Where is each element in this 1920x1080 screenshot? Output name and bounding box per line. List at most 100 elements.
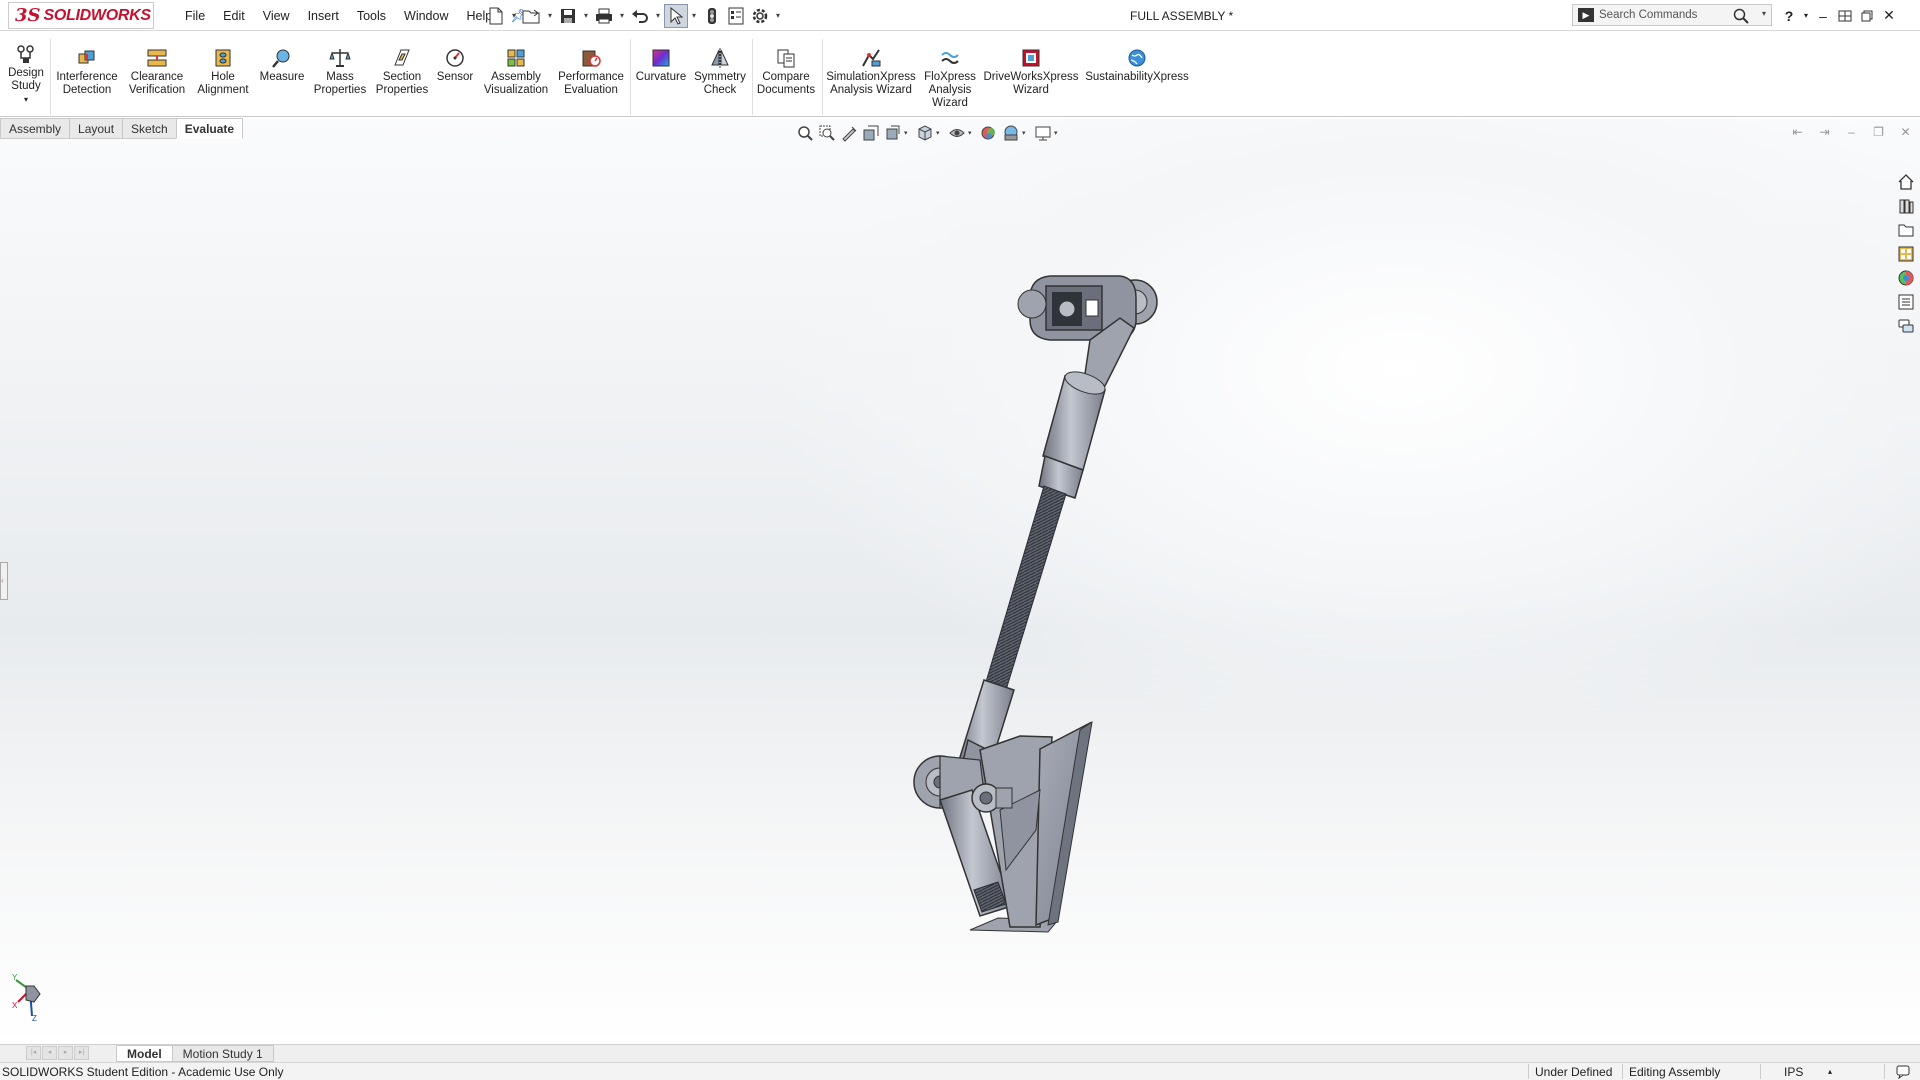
viewport-restore-icon[interactable]: ❐ <box>1865 124 1892 140</box>
save-icon[interactable] <box>556 4 580 28</box>
upper-arm-tube[interactable] <box>1038 367 1108 499</box>
simulationxpress-button[interactable]: SimulationXpress Analysis Wizard <box>824 47 918 97</box>
previous-view-icon[interactable] <box>838 122 860 144</box>
search-icon[interactable] <box>1733 8 1749 27</box>
orientation-dropdown-icon[interactable]: ▾ <box>936 129 946 137</box>
symmetry-check-button[interactable]: Symmetry Check <box>690 47 750 97</box>
search-commands-box[interactable]: ▶ ▾ <box>1572 4 1772 26</box>
minimize-icon[interactable]: – <box>1812 0 1834 31</box>
menu-view[interactable]: View <box>254 9 299 23</box>
prev-tab-icon[interactable]: ◂ <box>42 1045 57 1060</box>
sensor-button[interactable]: Sensor <box>434 47 476 84</box>
editing-status: Editing Assembly <box>1629 1065 1721 1079</box>
status-chat-icon[interactable] <box>1896 1065 1912 1080</box>
print-icon[interactable] <box>592 4 616 28</box>
menu-insert[interactable]: Insert <box>299 9 348 23</box>
viewport-prev-icon[interactable]: ⇤ <box>1784 124 1811 140</box>
search-input[interactable] <box>1599 9 1739 21</box>
select-dropdown-icon[interactable]: ▾ <box>688 4 700 28</box>
new-document-icon[interactable] <box>484 4 508 28</box>
separator <box>1528 1064 1529 1079</box>
hole-alignment-button[interactable]: Hole Alignment <box>194 47 252 97</box>
select-pointer-icon[interactable] <box>664 3 688 28</box>
close-icon[interactable]: ✕ <box>1878 0 1900 31</box>
measure-button[interactable]: Measure <box>256 47 308 84</box>
threaded-rod[interactable] <box>985 485 1067 691</box>
display-style-dropdown-icon[interactable]: ▾ <box>968 129 978 137</box>
first-tab-icon[interactable]: |◂ <box>26 1045 41 1060</box>
print-dropdown-icon[interactable]: ▾ <box>616 4 628 28</box>
display-style-icon[interactable] <box>946 122 968 144</box>
open-dropdown-icon[interactable]: ▾ <box>544 4 556 28</box>
menu-tools[interactable]: Tools <box>348 9 395 23</box>
annotation-dropdown-icon[interactable]: ▾ <box>904 129 914 137</box>
restore-icon[interactable] <box>1856 0 1878 31</box>
view-palette-icon[interactable] <box>1894 242 1918 266</box>
open-folder-icon[interactable] <box>520 4 544 28</box>
design-study-button[interactable]: Design Study ▾ <box>6 43 46 106</box>
next-tab-icon[interactable]: ▸ <box>58 1045 73 1060</box>
undo-icon[interactable] <box>628 4 652 28</box>
apply-scene-icon[interactable] <box>1000 122 1022 144</box>
viewport-close-icon[interactable]: ✕ <box>1892 124 1919 140</box>
sustainabilityxpress-button[interactable]: SustainabilityXpress <box>1084 47 1190 84</box>
tab-assembly[interactable]: Assembly <box>0 118 71 139</box>
search-dropdown-icon[interactable]: ▾ <box>1762 9 1766 18</box>
zoom-to-area-icon[interactable] <box>816 122 838 144</box>
clearance-verification-button[interactable]: Clearance Verification <box>124 47 190 97</box>
feature-manager-collapse-handle[interactable]: ‹ <box>0 562 8 600</box>
definition-status: Under Defined <box>1535 1065 1613 1079</box>
view-settings-dropdown-icon[interactable]: ▾ <box>1054 129 1064 137</box>
options-dropdown-icon[interactable]: ▾ <box>772 4 784 28</box>
view-orientation-icon[interactable] <box>914 122 936 144</box>
viewport-minimize-icon[interactable]: – <box>1838 124 1865 140</box>
tab-layout[interactable]: Layout <box>69 118 124 139</box>
file-properties-icon[interactable] <box>724 4 748 28</box>
view-settings-monitor-icon[interactable] <box>1032 122 1054 144</box>
options-gear-icon[interactable] <box>748 4 772 28</box>
base-clamp-plate[interactable] <box>960 700 1120 930</box>
curvature-button[interactable]: Curvature <box>634 47 688 84</box>
help-dropdown-icon[interactable]: ▾ <box>1800 0 1812 31</box>
tile-windows-icon[interactable] <box>1834 0 1856 31</box>
unit-system-dropdown-icon[interactable]: ▴ <box>1828 1067 1832 1076</box>
tab-evaluate[interactable]: Evaluate <box>175 118 244 139</box>
assembly-visualization-button[interactable]: Assembly Visualization <box>478 47 554 97</box>
custom-properties-icon[interactable] <box>1894 290 1918 314</box>
forum-chat-icon[interactable] <box>1894 314 1918 338</box>
design-study-dropdown-icon[interactable]: ▾ <box>24 93 28 106</box>
section-view-icon[interactable] <box>860 122 882 144</box>
unit-system[interactable]: IPS <box>1784 1065 1803 1079</box>
traffic-light-icon[interactable] <box>700 4 724 28</box>
mass-properties-button[interactable]: Mass Properties <box>310 47 370 97</box>
solidworks-resources-home-icon[interactable] <box>1894 170 1918 194</box>
interference-detection-button[interactable]: Interference Detection <box>54 47 120 97</box>
compare-documents-button[interactable]: Compare Documents <box>754 47 818 97</box>
viewport-next-icon[interactable]: ⇥ <box>1811 124 1838 140</box>
new-dropdown-icon[interactable]: ▾ <box>508 4 520 28</box>
zoom-to-fit-icon[interactable] <box>794 122 816 144</box>
menu-file[interactable]: File <box>176 9 214 23</box>
undo-dropdown-icon[interactable]: ▾ <box>652 4 664 28</box>
driveworksxpress-button[interactable]: DriveWorksXpress Wizard <box>982 47 1080 97</box>
help-icon[interactable]: ? <box>1778 0 1800 31</box>
file-explorer-icon[interactable] <box>1894 218 1918 242</box>
edit-appearance-icon[interactable] <box>978 122 1000 144</box>
save-dropdown-icon[interactable]: ▾ <box>580 4 592 28</box>
performance-evaluation-button[interactable]: Performance Evaluation <box>556 47 626 97</box>
dynamic-annotation-icon[interactable] <box>882 122 904 144</box>
appearances-scenes-icon[interactable] <box>1894 266 1918 290</box>
separator <box>822 39 823 115</box>
tab-model[interactable]: Model <box>116 1045 173 1062</box>
menu-edit[interactable]: Edit <box>214 9 254 23</box>
menu-window[interactable]: Window <box>395 9 457 23</box>
last-tab-icon[interactable]: ▸| <box>74 1045 89 1060</box>
design-library-icon[interactable] <box>1894 194 1918 218</box>
solidworks-logo[interactable]: 3S SOLIDWORKS <box>8 2 154 29</box>
scene-dropdown-icon[interactable]: ▾ <box>1022 129 1032 137</box>
tab-sketch[interactable]: Sketch <box>122 118 177 139</box>
tab-motion-study-1[interactable]: Motion Study 1 <box>171 1045 274 1062</box>
curvature-icon <box>652 49 670 67</box>
section-properties-button[interactable]: Section Properties <box>372 47 432 97</box>
floxpress-button[interactable]: FloXpress Analysis Wizard <box>920 47 980 110</box>
